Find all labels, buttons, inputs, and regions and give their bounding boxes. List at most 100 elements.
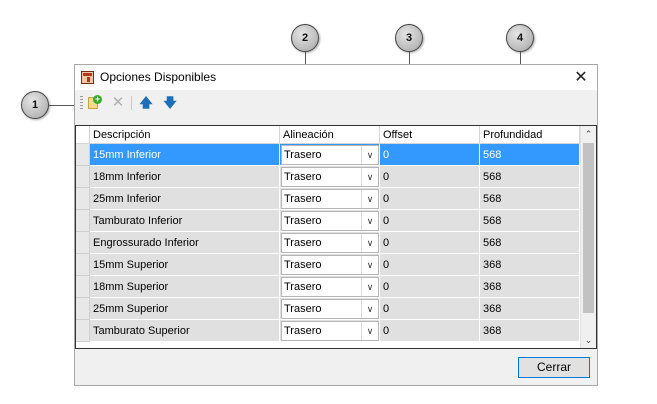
column-header-offset[interactable]: Offset xyxy=(380,126,480,144)
cell-alineacion[interactable]: Trasero ∨ xyxy=(280,320,380,342)
chevron-down-icon[interactable]: ∨ xyxy=(361,300,378,318)
table-row[interactable]: 15mm Superior Trasero ∨ 0 368 xyxy=(76,254,580,276)
cell-alineacion[interactable]: Trasero ∨ xyxy=(280,188,380,210)
row-header[interactable] xyxy=(76,166,90,188)
dropdown-value: Trasero xyxy=(284,237,322,249)
callout-2: 2 xyxy=(291,24,319,52)
cell-descripcion[interactable]: Tamburato Inferior xyxy=(90,210,280,232)
chevron-down-icon[interactable]: ∨ xyxy=(361,234,378,252)
callout-3: 3 xyxy=(395,24,423,52)
row-header[interactable] xyxy=(76,188,90,210)
scroll-thumb[interactable] xyxy=(583,143,594,313)
column-header-alineacion[interactable]: Alineación xyxy=(280,126,380,144)
cell-profundidad[interactable]: 368 xyxy=(480,320,580,342)
cell-alineacion[interactable]: Trasero ∨ xyxy=(280,144,380,166)
cell-offset[interactable]: 0 xyxy=(380,276,480,298)
scroll-up-icon[interactable]: ⌃ xyxy=(581,126,596,142)
alineacion-dropdown[interactable]: Trasero ∨ xyxy=(281,299,379,319)
cell-profundidad[interactable]: 568 xyxy=(480,188,580,210)
cell-alineacion[interactable]: Trasero ∨ xyxy=(280,254,380,276)
cell-offset[interactable]: 0 xyxy=(380,188,480,210)
row-header[interactable] xyxy=(76,298,90,320)
dropdown-value: Trasero xyxy=(284,215,322,227)
row-header[interactable] xyxy=(76,144,90,166)
row-header[interactable] xyxy=(76,276,90,298)
cell-profundidad[interactable]: 568 xyxy=(480,166,580,188)
table-row[interactable]: 15mm Inferior Trasero ∨ 0 568 xyxy=(76,144,580,166)
vertical-scrollbar[interactable]: ⌃ ⌄ xyxy=(580,126,596,348)
table-row[interactable]: 18mm Inferior Trasero ∨ 0 568 xyxy=(76,166,580,188)
chevron-down-icon[interactable]: ∨ xyxy=(361,212,378,230)
cell-profundidad[interactable]: 568 xyxy=(480,210,580,232)
chevron-down-icon[interactable]: ∨ xyxy=(361,168,378,186)
cell-alineacion[interactable]: Trasero ∨ xyxy=(280,232,380,254)
cell-profundidad[interactable]: 568 xyxy=(480,232,580,254)
cell-offset[interactable]: 0 xyxy=(380,320,480,342)
cell-offset[interactable]: 0 xyxy=(380,232,480,254)
row-header[interactable] xyxy=(76,320,90,342)
alineacion-dropdown[interactable]: Trasero ∨ xyxy=(281,167,379,187)
alineacion-dropdown[interactable]: Trasero ∨ xyxy=(281,189,379,209)
cell-profundidad[interactable]: 568 xyxy=(480,144,580,166)
delete-icon[interactable]: ✕ xyxy=(110,95,126,111)
cell-alineacion[interactable]: Trasero ∨ xyxy=(280,276,380,298)
table-row[interactable]: 25mm Superior Trasero ∨ 0 368 xyxy=(76,298,580,320)
row-header[interactable] xyxy=(76,254,90,276)
chevron-down-icon[interactable]: ∨ xyxy=(361,146,378,164)
cell-offset[interactable]: 0 xyxy=(380,254,480,276)
cell-descripcion[interactable]: 25mm Inferior xyxy=(90,188,280,210)
table-row[interactable]: Engrossurado Inferior Trasero ∨ 0 568 xyxy=(76,232,580,254)
cell-offset[interactable]: 0 xyxy=(380,210,480,232)
alineacion-dropdown[interactable]: Trasero ∨ xyxy=(281,321,379,341)
cell-offset[interactable]: 0 xyxy=(380,166,480,188)
callout-1: 1 xyxy=(21,91,49,119)
table-row[interactable]: Tamburato Inferior Trasero ∨ 0 568 xyxy=(76,210,580,232)
cell-offset[interactable]: 0 xyxy=(380,298,480,320)
toolbar: + ✕ 🡅 🡇 xyxy=(75,90,597,116)
cell-descripcion[interactable]: 15mm Inferior xyxy=(90,144,280,166)
table-row[interactable]: 25mm Inferior Trasero ∨ 0 568 xyxy=(76,188,580,210)
cell-descripcion[interactable]: Tamburato Superior xyxy=(90,320,280,342)
dropdown-value: Trasero xyxy=(284,193,322,205)
move-up-icon[interactable]: 🡅 xyxy=(138,95,154,111)
cell-profundidad[interactable]: 368 xyxy=(480,254,580,276)
chevron-down-icon[interactable]: ∨ xyxy=(361,278,378,296)
cell-offset[interactable]: 0 xyxy=(380,144,480,166)
chevron-down-icon[interactable]: ∨ xyxy=(361,256,378,274)
cell-profundidad[interactable]: 368 xyxy=(480,298,580,320)
callout-3-number: 3 xyxy=(405,32,413,44)
cell-descripcion[interactable]: 18mm Inferior xyxy=(90,166,280,188)
column-header-profundidad[interactable]: Profundidad xyxy=(480,126,580,144)
table-row[interactable]: 18mm Superior Trasero ∨ 0 368 xyxy=(76,276,580,298)
alineacion-dropdown[interactable]: Trasero ∨ xyxy=(281,277,379,297)
cell-alineacion[interactable]: Trasero ∨ xyxy=(280,210,380,232)
cell-descripcion[interactable]: 15mm Superior xyxy=(90,254,280,276)
cell-alineacion[interactable]: Trasero ∨ xyxy=(280,298,380,320)
alineacion-dropdown[interactable]: Trasero ∨ xyxy=(281,255,379,275)
add-icon[interactable]: + xyxy=(87,95,103,111)
row-header[interactable] xyxy=(76,210,90,232)
cell-profundidad[interactable]: 368 xyxy=(480,276,580,298)
cell-descripcion[interactable]: 25mm Superior xyxy=(90,298,280,320)
cell-descripcion[interactable]: 18mm Superior xyxy=(90,276,280,298)
cell-descripcion[interactable]: Engrossurado Inferior xyxy=(90,232,280,254)
table-row[interactable]: Tamburato Superior Trasero ∨ 0 368 xyxy=(76,320,580,342)
dropdown-value: Trasero xyxy=(284,171,322,183)
alineacion-dropdown[interactable]: Trasero ∨ xyxy=(281,233,379,253)
dropdown-value: Trasero xyxy=(284,149,322,161)
alineacion-dropdown[interactable]: Trasero ∨ xyxy=(281,145,379,165)
close-window-button[interactable]: ✕ xyxy=(569,65,593,90)
chevron-down-icon[interactable]: ∨ xyxy=(361,322,378,340)
cell-alineacion[interactable]: Trasero ∨ xyxy=(280,166,380,188)
move-down-icon[interactable]: 🡇 xyxy=(162,95,178,111)
callout-2-number: 2 xyxy=(301,32,309,44)
dropdown-value: Trasero xyxy=(284,303,322,315)
chevron-down-icon[interactable]: ∨ xyxy=(361,190,378,208)
row-header[interactable] xyxy=(76,232,90,254)
alineacion-dropdown[interactable]: Trasero ∨ xyxy=(281,211,379,231)
scroll-down-icon[interactable]: ⌄ xyxy=(581,332,596,348)
options-grid: Descripción Alineación Offset Profundida… xyxy=(75,125,597,349)
column-header-descripcion[interactable]: Descripción xyxy=(90,126,280,144)
close-button[interactable]: Cerrar xyxy=(518,357,590,378)
window-title: Opciones Disponibles xyxy=(100,70,217,84)
